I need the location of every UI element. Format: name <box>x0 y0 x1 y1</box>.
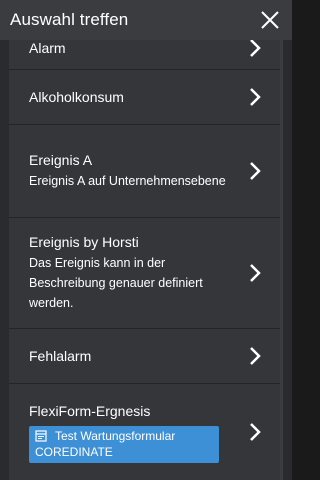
dialog-header: Auswahl treffen <box>0 0 292 40</box>
list-item-flexiform-ergnesis[interactable]: FlexiForm-Ergnesis Test Wartungsformular… <box>9 384 280 480</box>
chevron-right-icon <box>250 162 261 180</box>
option-list[interactable]: Alarm Alkoholkonsum Ereignis A Ereignis … <box>9 40 280 480</box>
right-edge <box>283 0 292 480</box>
chevron-right-icon <box>250 40 261 57</box>
chevron-right-icon <box>250 264 261 282</box>
list-item-alarm[interactable]: Alarm <box>9 40 280 70</box>
left-edge <box>0 0 9 480</box>
item-title: Alkoholkonsum <box>29 89 124 105</box>
form-icon <box>35 429 47 442</box>
item-title: Fehlalarm <box>29 348 92 364</box>
list-item-fehlalarm[interactable]: Fehlalarm <box>9 329 280 384</box>
item-title: Ereignis A <box>29 152 93 168</box>
chevron-right-icon <box>250 423 261 441</box>
close-icon[interactable] <box>260 10 280 30</box>
list-item-alkoholkonsum[interactable]: Alkoholkonsum <box>9 70 280 125</box>
item-description: Das Ereignis kann in der Beschreibung ge… <box>29 256 203 310</box>
item-title: FlexiForm-Ergnesis <box>29 402 151 419</box>
chevron-right-icon <box>250 347 261 365</box>
selection-dialog: Auswahl treffen Alarm Alkoholkonsum Erei… <box>0 0 292 480</box>
chevron-right-icon <box>250 88 261 106</box>
form-tag: Test Wartungsformular COREDINATE <box>29 425 219 463</box>
list-item-ereignis-by-horsti[interactable]: Ereignis by Horsti Das Ereignis kann in … <box>9 218 280 329</box>
item-description: Ereignis A auf Unternehmensebene <box>29 174 226 188</box>
tag-sublabel: COREDINATE <box>35 444 113 459</box>
dialog-title: Auswahl treffen <box>10 10 129 29</box>
list-item-ereignis-a[interactable]: Ereignis A Ereignis A auf Unternehmenseb… <box>9 125 280 218</box>
item-title: Alarm <box>29 40 66 56</box>
item-title: Ereignis by Horsti <box>29 234 139 250</box>
tag-label: Test Wartungsformular <box>55 428 176 443</box>
